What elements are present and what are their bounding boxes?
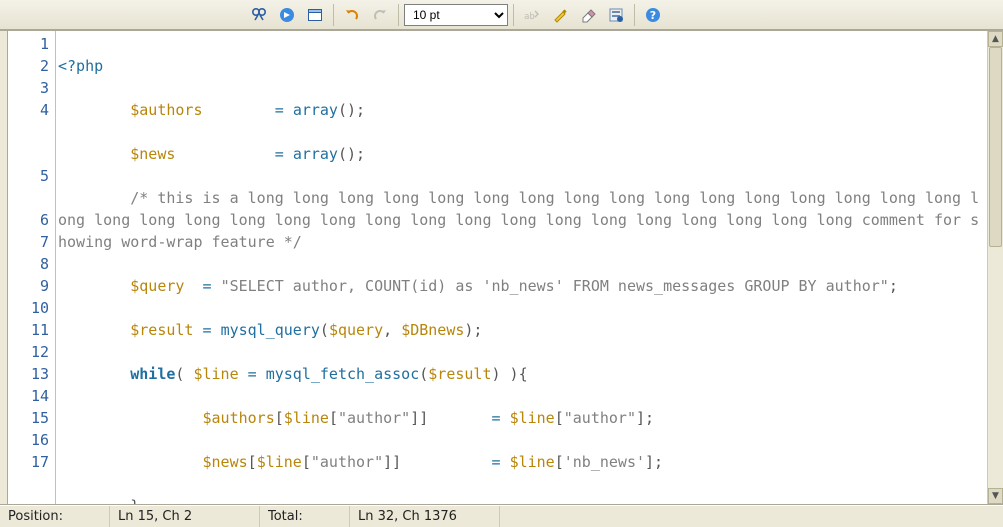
- replace-icon: ab: [524, 8, 540, 22]
- code-line: $news = array();: [58, 143, 987, 165]
- toolbar-sep-1: [333, 4, 334, 26]
- line-number: 3: [8, 77, 55, 99]
- editor-left-margin: [0, 31, 8, 504]
- toolbar: 10 pt ab ?: [0, 0, 1003, 30]
- redo-icon: [372, 7, 388, 23]
- status-total-label: Total:: [260, 506, 350, 527]
- status-total-value: Ln 32, Ch 1376: [350, 506, 500, 527]
- scroll-down-arrow[interactable]: ▼: [988, 488, 1003, 504]
- status-filler: [500, 506, 1003, 527]
- line-number: 17: [8, 451, 55, 495]
- highlight-button[interactable]: [547, 3, 573, 27]
- line-number: 15: [8, 407, 55, 429]
- editor: 1234567891011121314151617 <?php $authors…: [0, 30, 1003, 505]
- panel-icon: [307, 7, 323, 23]
- status-bar: Position: Ln 15, Ch 2 Total: Ln 32, Ch 1…: [0, 505, 1003, 527]
- line-number: 1: [8, 33, 55, 55]
- code-line: }: [58, 495, 987, 504]
- status-position-value: Ln 15, Ch 2: [110, 506, 260, 527]
- status-position-label: Position:: [0, 506, 110, 527]
- help-button[interactable]: ?: [640, 3, 666, 27]
- code-line: $authors = array();: [58, 99, 987, 121]
- code-line: $result = mysql_query($query, $DBnews);: [58, 319, 987, 341]
- toolbar-sep-4: [634, 4, 635, 26]
- line-number: 12: [8, 341, 55, 363]
- line-number: 11: [8, 319, 55, 341]
- code-line: $authors[$line["author"]] = $line["autho…: [58, 407, 987, 429]
- code-line: while( $line = mysql_fetch_assoc($result…: [58, 363, 987, 385]
- erase-icon: [580, 7, 596, 23]
- line-number: 10: [8, 297, 55, 319]
- line-number: 13: [8, 363, 55, 385]
- go-button[interactable]: [274, 3, 300, 27]
- code-line: <?php: [58, 55, 987, 77]
- toolbar-sep-3: [513, 4, 514, 26]
- line-number: 8: [8, 253, 55, 275]
- code-line: $query = "SELECT author, COUNT(id) as 'n…: [58, 275, 987, 297]
- go-icon: [279, 7, 295, 23]
- find-button[interactable]: [246, 3, 272, 27]
- highlight-icon: [552, 7, 568, 23]
- line-number: 4: [8, 99, 55, 165]
- erase-button[interactable]: [575, 3, 601, 27]
- font-size-select[interactable]: 10 pt: [404, 4, 508, 26]
- undo-icon: [344, 7, 360, 23]
- svg-text:?: ?: [650, 9, 656, 22]
- svg-text:ab: ab: [524, 12, 535, 22]
- line-number: 2: [8, 55, 55, 77]
- line-number: 5: [8, 165, 55, 209]
- replace-button: ab: [519, 3, 545, 27]
- toolbar-sep-2: [398, 4, 399, 26]
- line-number: 16: [8, 429, 55, 451]
- line-number: 9: [8, 275, 55, 297]
- line-number: 7: [8, 231, 55, 253]
- line-number: 6: [8, 209, 55, 231]
- find-icon: [251, 7, 267, 23]
- line-number: 14: [8, 385, 55, 407]
- help-icon: ?: [645, 7, 661, 23]
- code-area[interactable]: <?php $authors = array(); $news = array(…: [56, 31, 987, 504]
- scroll-thumb[interactable]: [989, 47, 1002, 247]
- undo-button[interactable]: [339, 3, 365, 27]
- panel-button[interactable]: [302, 3, 328, 27]
- scroll-track[interactable]: [988, 47, 1003, 488]
- code-line: $news[$line["author"]] = $line['nb_news'…: [58, 451, 987, 473]
- scroll-up-arrow[interactable]: ▲: [988, 31, 1003, 47]
- settings-icon: [608, 7, 624, 23]
- line-number-gutter: 1234567891011121314151617: [8, 31, 56, 504]
- settings-button[interactable]: [603, 3, 629, 27]
- redo-button: [367, 3, 393, 27]
- code-line: /* this is a long long long long long lo…: [58, 187, 987, 253]
- vertical-scrollbar[interactable]: ▲ ▼: [987, 31, 1003, 504]
